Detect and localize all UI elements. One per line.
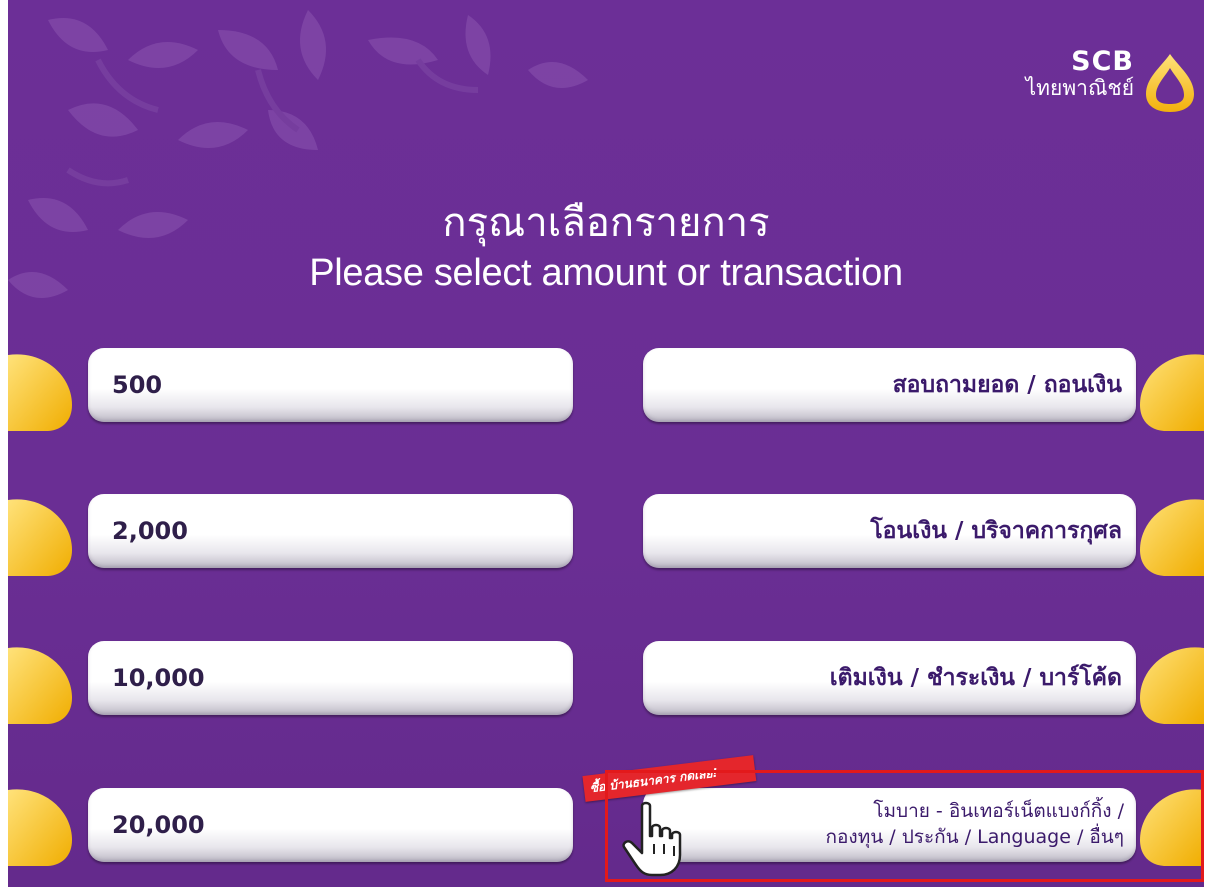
gold-leaf-icon [1140, 499, 1204, 576]
more-services-line2: กองทุน / ประกัน / Language / อื่นๆ [825, 826, 1124, 848]
heading-thai: กรุณาเลือกรายการ [442, 200, 770, 246]
hand-pointer-icon [622, 801, 682, 877]
amount-button-2000[interactable]: 2,000 [88, 494, 573, 568]
transaction-button-label: โอนเงิน / บริจาคการกุศล [870, 518, 1122, 544]
transaction-button-label: เติมเงิน / ชำระเงิน / บาร์โค้ด [829, 665, 1122, 691]
topup-payment-barcode-button[interactable]: เติมเงิน / ชำระเงิน / บาร์โค้ด [643, 641, 1136, 715]
gold-leaf-icon [1140, 647, 1204, 724]
amount-button-label: 20,000 [112, 811, 205, 839]
heading-english: Please select amount or transaction [309, 252, 903, 294]
gold-leaf-icon [8, 499, 72, 576]
transaction-button-label: สอบถามยอด / ถอนเงิน [892, 372, 1122, 398]
amount-button-label: 500 [112, 371, 163, 399]
brand-thai-name: ไทยพาณิชย์ [1025, 76, 1134, 100]
transfer-donation-button[interactable]: โอนเงิน / บริจาคการกุศล [643, 494, 1136, 568]
amount-button-label: 2,000 [112, 517, 188, 545]
gold-leaf-icon [8, 789, 72, 866]
more-services-line1: โมบาย - อินเทอร์เน็ตแบงก์กิ้ง / [873, 800, 1124, 823]
gold-leaf-icon [1140, 789, 1204, 866]
amount-button-10000[interactable]: 10,000 [88, 641, 573, 715]
atm-screen: SCB ไทยพาณิชย์ กรุณาเลือกรายการ Please s… [8, 0, 1204, 887]
more-services-button[interactable]: โมบาย - อินเทอร์เน็ตแบงก์กิ้ง / กองทุน /… [643, 788, 1136, 862]
scb-logo: SCB ไทยพาณิชย์ [1026, 48, 1134, 101]
gold-leaf-icon [8, 647, 72, 724]
amount-button-label: 10,000 [112, 664, 205, 692]
amount-button-500[interactable]: 500 [88, 348, 573, 422]
balance-withdraw-button[interactable]: สอบถามยอด / ถอนเงิน [643, 348, 1136, 422]
scb-logo-icon [1146, 54, 1194, 112]
gold-leaf-icon [1140, 354, 1204, 431]
brand-name: SCB [1071, 46, 1134, 77]
amount-button-20000[interactable]: 20,000 [88, 788, 573, 862]
gold-leaf-icon [8, 354, 72, 431]
